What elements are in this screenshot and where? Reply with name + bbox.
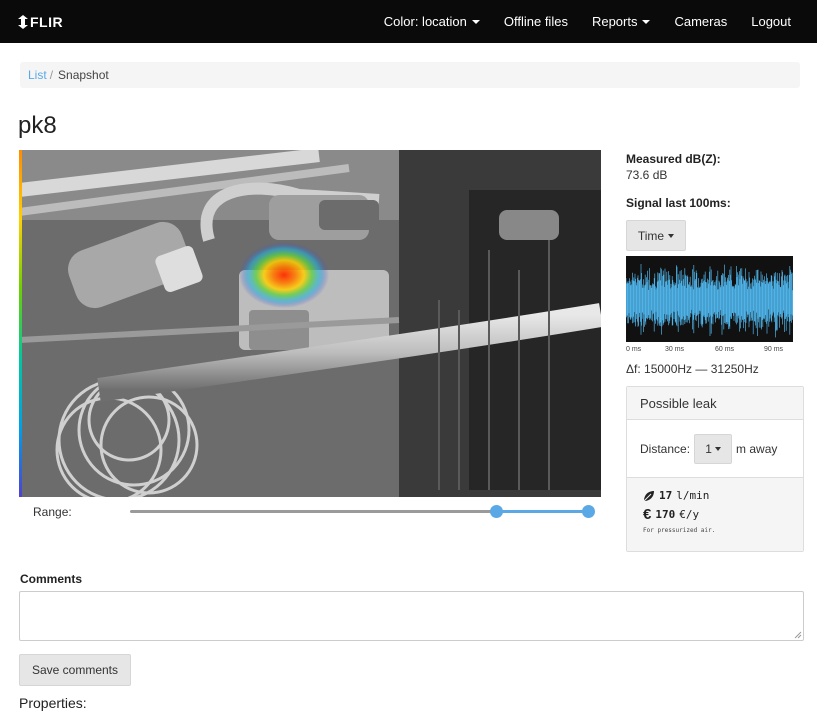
signal-title: Signal last 100ms: [626, 196, 731, 210]
save-comments-button[interactable]: Save comments [19, 654, 131, 686]
frequency-range: Δf: 15000Hz — 31250Hz [626, 362, 759, 376]
measured-db-label: Measured dB(Z): [626, 152, 721, 166]
nav-reports-dropdown[interactable]: Reports [580, 14, 663, 29]
breadcrumb: List / Snapshot [20, 62, 800, 88]
waveform-time-axis: 0 ms 30 ms 60 ms 90 ms [626, 346, 793, 356]
leak-estimate: 17 l/min € 170 €/y For pressurized air. [627, 478, 803, 551]
top-navbar: FLIR Color: location Offline files Repor… [0, 0, 817, 43]
nav-item-label: Color: location [383, 14, 467, 29]
distance-label: Distance: [640, 441, 691, 456]
leaf-icon [643, 490, 654, 501]
nav-item-label: Reports [591, 14, 638, 29]
distance-suffix: m away [736, 441, 778, 456]
range-high-handle[interactable] [581, 505, 595, 518]
possible-leak-panel: Possible leak Distance: 1 m away 17 l/mi… [626, 386, 804, 552]
chevron-down-icon [471, 19, 480, 24]
leak-distance-row: Distance: 1 m away [627, 420, 803, 478]
navbar-menu: Color: location Offline files Reports Ca… [372, 0, 817, 43]
acoustic-snapshot-image[interactable] [19, 150, 601, 497]
waveform-tick: 30 ms [665, 346, 685, 353]
breadcrumb-current: Snapshot [58, 68, 109, 82]
range-low-handle[interactable] [489, 505, 503, 518]
nav-logout[interactable]: Logout [739, 14, 817, 29]
leak-note: For pressurized air. [643, 527, 716, 534]
nav-color-location-dropdown[interactable]: Color: location [372, 14, 492, 29]
leak-flow-unit: l/min [676, 489, 710, 502]
flir-logo-icon [18, 15, 28, 29]
waveform-tick: 0 ms [626, 346, 642, 353]
leak-cost-unit: €/y [679, 508, 700, 521]
waveform-plot [626, 264, 793, 338]
nav-cameras[interactable]: Cameras [662, 14, 739, 29]
signal-waveform [626, 256, 793, 342]
measured-db-value: 73.6 dB [626, 168, 668, 182]
nav-item-label: Offline files [503, 14, 568, 29]
leak-panel-title: Possible leak [627, 387, 803, 420]
distance-value: 1 [705, 441, 712, 456]
range-selection-fill [496, 510, 588, 513]
signal-mode-dropdown[interactable]: Time [626, 220, 686, 251]
comments-textarea[interactable] [19, 591, 804, 641]
breadcrumb-separator: / [49, 68, 54, 82]
leak-flow-row: 17 l/min [643, 489, 803, 502]
range-slider[interactable] [130, 505, 595, 518]
leak-flow-value: 17 [659, 489, 673, 502]
chevron-down-icon [714, 446, 721, 451]
brand-name: FLIR [30, 14, 64, 30]
properties-heading: Properties: [19, 695, 87, 711]
flir-logo[interactable]: FLIR [18, 12, 63, 32]
chevron-down-icon [642, 19, 651, 24]
nav-item-label: Logout [751, 14, 791, 29]
resize-grip-icon[interactable] [794, 631, 802, 639]
nav-offline-files[interactable]: Offline files [492, 14, 580, 29]
leak-cost-value: 170 [655, 508, 676, 521]
leak-cost-row: € 170 €/y [643, 506, 803, 523]
snapshot-scene [19, 150, 601, 497]
waveform-tick: 90 ms [764, 346, 784, 353]
nav-item-label: Cameras [674, 14, 728, 29]
chevron-down-icon [668, 233, 675, 238]
waveform-tick: 60 ms [715, 346, 735, 353]
breadcrumb-list-link[interactable]: List [28, 68, 47, 82]
distance-select[interactable]: 1 [694, 433, 733, 464]
signal-mode-label: Time [637, 228, 665, 243]
range-label: Range: [33, 505, 72, 519]
euro-icon: € [643, 506, 652, 523]
page-title: pk8 [18, 112, 57, 139]
color-scale-bar [19, 150, 22, 497]
comments-label: Comments [20, 572, 83, 586]
